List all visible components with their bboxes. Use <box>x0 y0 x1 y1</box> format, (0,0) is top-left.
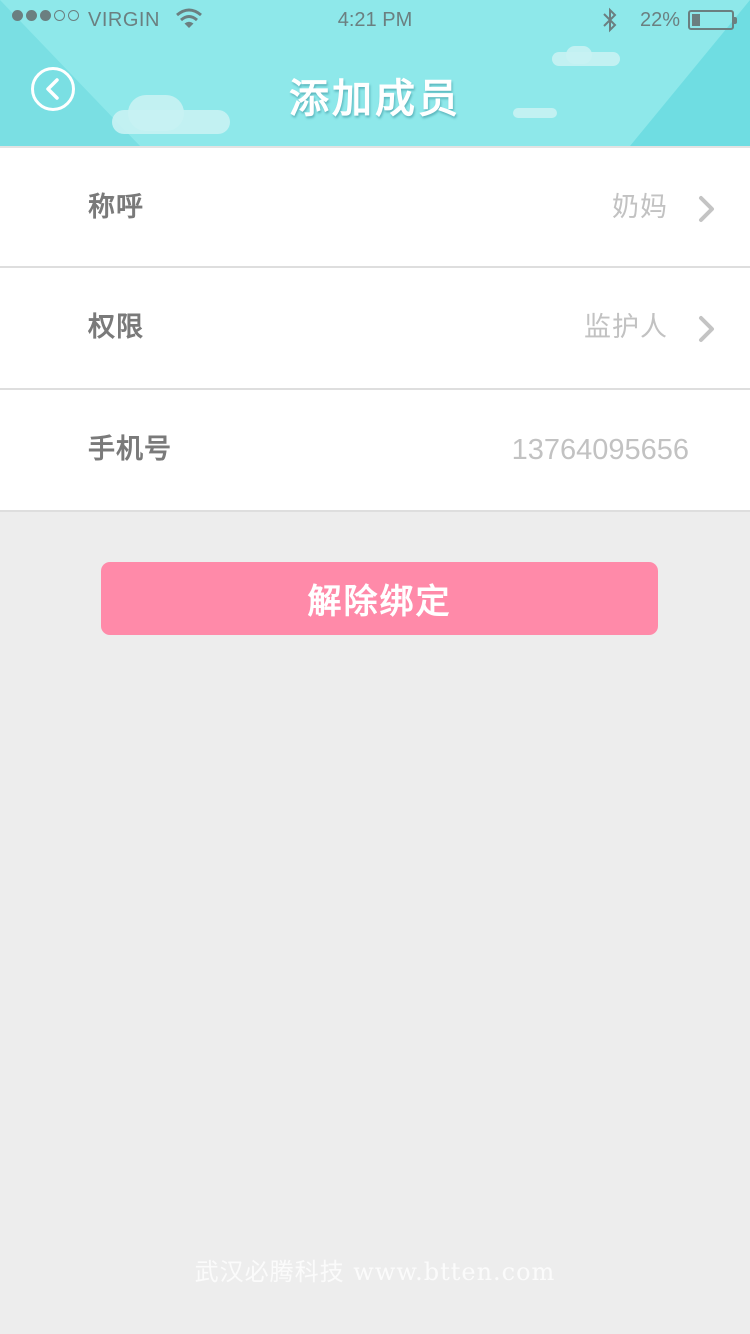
member-form: 称呼 奶妈 权限 监护人 手机号 13764095656 <box>0 146 750 512</box>
battery-percent: 22% <box>640 9 681 31</box>
cloud-decoration <box>566 46 592 64</box>
phone-label: 手机号 <box>88 434 172 465</box>
screen: VIRGIN 4:21 PM 22% 添加成员 称呼 奶妈 权限 监护人 手机号… <box>0 0 750 1334</box>
chevron-right-icon <box>699 316 714 342</box>
header-bar: VIRGIN 4:21 PM 22% 添加成员 <box>0 0 750 146</box>
watermark: 武汉必腾科技 www.btten.com <box>194 1258 556 1286</box>
nickname-value: 奶妈 <box>612 192 668 223</box>
permission-label: 权限 <box>88 312 144 343</box>
status-time: 4:21 PM <box>337 9 413 31</box>
unbind-button[interactable]: 解除绑定 <box>101 562 658 635</box>
permission-value: 监护人 <box>584 312 668 343</box>
nickname-row[interactable]: 称呼 奶妈 <box>0 146 750 268</box>
chevron-right-icon <box>699 196 714 222</box>
status-bar: VIRGIN 4:21 PM 22% <box>0 0 750 40</box>
bluetooth-icon <box>603 7 617 33</box>
permission-row[interactable]: 权限 监护人 <box>0 268 750 390</box>
phone-row[interactable]: 手机号 13764095656 <box>0 390 750 512</box>
nickname-label: 称呼 <box>88 192 144 223</box>
phone-value: 13764095656 <box>511 434 689 466</box>
page-title: 添加成员 <box>289 76 461 122</box>
battery-level-fill <box>692 14 700 26</box>
battery-icon <box>688 10 737 30</box>
